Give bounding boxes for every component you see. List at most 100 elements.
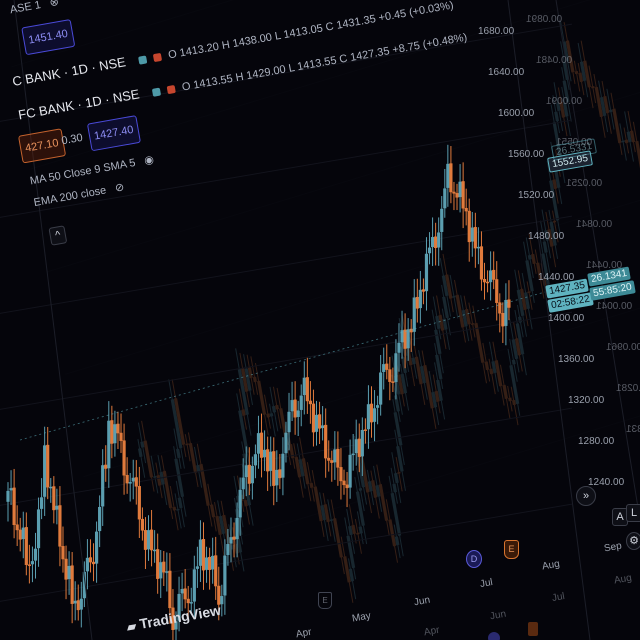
candle-body	[195, 566, 199, 569]
candle-body	[119, 432, 123, 441]
candle-body	[351, 453, 355, 456]
ghost-price-axis-label: 00.0961	[606, 342, 640, 353]
double-chevron-right-icon[interactable]: »	[576, 486, 596, 506]
candle-body	[186, 598, 190, 604]
candle-body	[79, 598, 83, 610]
candle-body	[324, 424, 328, 459]
candle-body	[321, 425, 325, 429]
candle-body	[470, 227, 474, 242]
candle-body	[201, 539, 206, 571]
close-icon[interactable]: ⊗	[49, 0, 60, 9]
candle-body	[330, 460, 334, 463]
candle-body	[443, 188, 447, 209]
candle-body	[382, 364, 386, 372]
candle-body	[238, 489, 242, 518]
candle-body	[6, 490, 10, 502]
candle-body	[363, 429, 367, 431]
candle-body	[308, 400, 312, 405]
candle-body	[91, 561, 96, 565]
candle-body	[247, 464, 251, 484]
candle-body	[458, 181, 462, 198]
candle-body	[12, 487, 16, 526]
candle-body	[198, 539, 203, 566]
candle-body	[360, 429, 364, 457]
log-scale-button[interactable]: L	[626, 504, 640, 522]
candle-body	[302, 377, 306, 396]
candle-body	[440, 208, 444, 232]
candle-body	[49, 486, 53, 489]
candle-body	[214, 555, 218, 587]
earnings-marker-icon[interactable]: E	[504, 540, 519, 559]
candle-body	[36, 509, 41, 549]
candle-body	[18, 529, 22, 540]
candle-body	[159, 562, 163, 579]
ghost-earnings-marker-icon: E	[318, 592, 332, 609]
candle-body	[376, 405, 380, 408]
candle-body	[122, 440, 126, 476]
ghost-price-axis-label: 00.0041	[596, 301, 633, 312]
eye-off-icon[interactable]: ⊘	[114, 181, 125, 194]
candle-body	[476, 246, 480, 249]
candle-body	[348, 454, 352, 488]
candle-body	[467, 210, 471, 243]
candle-body	[30, 561, 35, 565]
ghost-price-axis-label: 00.0251	[566, 178, 603, 189]
chevron-up-icon[interactable]: ^	[48, 225, 68, 246]
candle-body	[379, 372, 383, 405]
candle-body	[424, 253, 429, 292]
candle-body	[24, 527, 28, 565]
status-dot-icon	[151, 87, 161, 97]
candle-body	[58, 505, 62, 547]
candle-body	[131, 477, 135, 482]
candle-body	[269, 451, 273, 471]
candle-body	[153, 549, 157, 552]
candle-body	[397, 342, 401, 353]
price-axis-label: 1520.00	[518, 190, 555, 201]
candle-body	[180, 588, 184, 594]
candle-body	[183, 588, 187, 600]
candle-body	[327, 457, 331, 461]
candle-body	[9, 488, 13, 491]
candle-body	[403, 329, 407, 349]
candle-body	[391, 381, 395, 383]
candle-body	[415, 296, 419, 309]
candle-body	[427, 247, 432, 254]
dividend-marker-icon[interactable]: D	[466, 550, 482, 568]
candle-body	[165, 571, 169, 573]
candle-body	[88, 557, 93, 563]
candle-body	[21, 527, 25, 540]
candle-body	[385, 363, 389, 370]
current-price-line	[19, 291, 546, 441]
candle-body	[104, 464, 108, 469]
candle-body	[232, 536, 236, 540]
candle-body	[284, 432, 288, 454]
candle-body	[33, 548, 38, 561]
candle-body	[275, 469, 279, 486]
ghost-earnings-marker-icon	[528, 622, 538, 636]
status-dot-icon	[166, 85, 176, 95]
chart-scene: ASE 1 ⊗ 1451.40 C BANK · 1D · NSE O 1413…	[0, 0, 640, 640]
gear-icon[interactable]: ⚙	[626, 532, 640, 550]
candle-body	[388, 369, 392, 382]
candle-body	[437, 232, 441, 248]
grid-line	[0, 215, 573, 314]
status-dot-icon	[152, 52, 163, 63]
ghost-dividend-marker-icon	[488, 632, 500, 640]
candle-body	[278, 469, 282, 479]
time-axis-label: Apr	[295, 626, 313, 640]
candle-body	[455, 193, 459, 198]
candle-body	[241, 477, 245, 490]
candle-body	[434, 236, 438, 249]
eye-off-icon[interactable]: ◉	[143, 154, 155, 167]
candle-body	[418, 289, 422, 309]
candle-body	[369, 403, 374, 423]
candle-body	[128, 482, 132, 484]
price-axis-label: 1480.00	[528, 231, 565, 242]
candle-body	[156, 549, 160, 579]
candle-body	[76, 600, 80, 611]
candle-body	[211, 555, 215, 570]
tradingview-mark-icon: ▰	[125, 618, 138, 635]
candle-body	[489, 270, 493, 283]
candle-body	[479, 246, 484, 280]
ghost-price-axis-label: 00.0481	[536, 55, 573, 66]
